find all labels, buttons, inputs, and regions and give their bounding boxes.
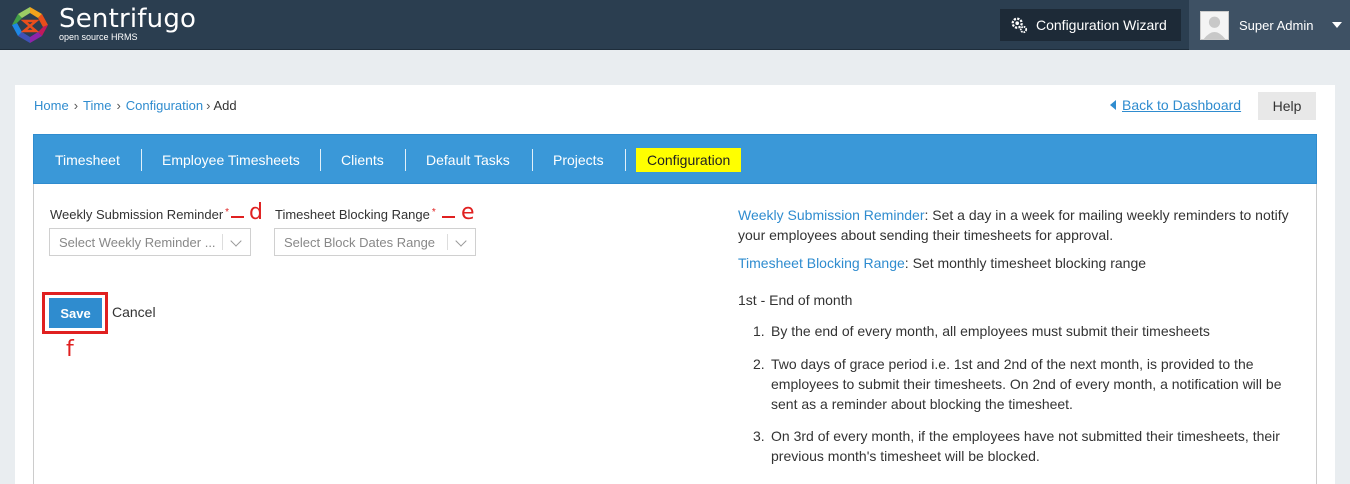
- caret-down-icon[interactable]: [1332, 22, 1342, 28]
- weekly-reminder-placeholder: Select Weekly Reminder ...: [59, 234, 216, 250]
- brand-name: Sentrifugo: [59, 4, 197, 34]
- rule-item: 1. By the end of every month, all employ…: [753, 321, 1301, 341]
- breadcrumb-separator: ›: [73, 98, 79, 113]
- blocking-range-select[interactable]: Select Block Dates Range: [274, 228, 476, 256]
- chevron-down-icon: [455, 235, 467, 247]
- configuration-wizard-button[interactable]: Configuration Wizard: [1000, 9, 1181, 41]
- tab-divider: [625, 149, 626, 171]
- tab-divider: [532, 149, 533, 171]
- blocking-range-help-desc: : Set monthly timesheet blocking range: [904, 255, 1147, 271]
- gear-icon: [1011, 17, 1028, 34]
- top-header: Sentrifugo open source HRMS Configuratio…: [0, 0, 1350, 50]
- required-marker: *: [225, 207, 230, 218]
- tab-configuration[interactable]: Configuration: [636, 135, 742, 184]
- tab-divider: [320, 149, 321, 171]
- blocking-range-label-text: Timesheet Blocking Range: [275, 207, 430, 222]
- sentrifugo-logo-icon[interactable]: [10, 5, 50, 45]
- blocking-range-subheading: 1st - End of month: [738, 292, 853, 308]
- annotation-f: f: [66, 337, 74, 362]
- back-to-dashboard-label: Back to Dashboard: [1122, 97, 1242, 113]
- breadcrumb: Home › Time › Configuration › Add: [34, 98, 237, 113]
- tab-projects[interactable]: Projects: [553, 135, 604, 184]
- tab-divider: [141, 149, 142, 171]
- rule-number: 3.: [753, 428, 765, 444]
- tab-label: Timesheet: [55, 151, 120, 168]
- select-divider: [222, 234, 223, 250]
- tab-label: Clients: [341, 151, 384, 168]
- blocking-range-help-term: Timesheet Blocking Range: [738, 255, 905, 271]
- rule-item: 3. On 3rd of every month, if the employe…: [753, 426, 1301, 466]
- help-button[interactable]: Help: [1258, 92, 1316, 120]
- required-marker: *: [431, 207, 436, 218]
- select-divider: [447, 234, 448, 250]
- weekly-reminder-label: Weekly Submission Reminder *: [50, 207, 229, 222]
- avatar: [1200, 10, 1229, 40]
- user-name: Super Admin: [1239, 17, 1314, 33]
- weekly-reminder-help-term: Weekly Submission Reminder: [738, 207, 925, 223]
- breadcrumb-time[interactable]: Time: [83, 98, 111, 113]
- breadcrumb-current: Add: [213, 98, 237, 113]
- blocking-range-help: Timesheet Blocking Range: Set monthly ti…: [738, 253, 1298, 273]
- rule-text: By the end of every month, all employees…: [771, 323, 1210, 339]
- weekly-reminder-label-text: Weekly Submission Reminder: [50, 207, 224, 222]
- rule-number: 1.: [753, 323, 765, 339]
- annotation-dash-d: [231, 216, 244, 218]
- breadcrumb-separator: ›: [116, 98, 121, 113]
- tab-divider: [405, 149, 406, 171]
- weekly-reminder-help: Weekly Submission Reminder: Set a day in…: [738, 205, 1298, 245]
- tab-default-tasks[interactable]: Default Tasks: [426, 135, 510, 184]
- tab-label: Default Tasks: [426, 151, 510, 168]
- tab-label: Employee Timesheets: [162, 151, 300, 168]
- breadcrumb-home[interactable]: Home: [34, 98, 69, 113]
- cancel-button[interactable]: Cancel: [112, 304, 156, 320]
- tab-label: Projects: [553, 151, 604, 168]
- tab-timesheet[interactable]: Timesheet: [55, 135, 120, 184]
- rule-item: 2. Two days of grace period i.e. 1st and…: [753, 354, 1301, 414]
- tab-clients[interactable]: Clients: [341, 135, 384, 184]
- triangle-left-icon: [1110, 100, 1116, 110]
- weekly-reminder-select[interactable]: Select Weekly Reminder ...: [49, 228, 251, 256]
- brand-tagline: open source HRMS: [59, 32, 138, 42]
- blocking-range-label: Timesheet Blocking Range *: [275, 207, 436, 222]
- blocking-range-placeholder: Select Block Dates Range: [284, 234, 436, 250]
- back-to-dashboard-link[interactable]: Back to Dashboard: [1110, 97, 1241, 113]
- rule-text: Two days of grace period i.e. 1st and 2n…: [771, 356, 1282, 412]
- chevron-down-icon: [230, 235, 242, 247]
- tab-bar: Timesheet Employee Timesheets Clients De…: [33, 134, 1317, 184]
- save-button[interactable]: Save: [49, 298, 102, 328]
- annotation-e: e: [461, 200, 475, 225]
- configuration-wizard-label: Configuration Wizard: [1036, 17, 1167, 33]
- annotation-dash-e: [442, 216, 455, 218]
- content-panel: Home › Time › Configuration › Add Back t…: [15, 85, 1335, 484]
- breadcrumb-separator: ›: [206, 98, 211, 113]
- tab-label: Configuration: [636, 147, 742, 172]
- tab-employee-timesheets[interactable]: Employee Timesheets: [162, 135, 300, 184]
- user-silhouette-icon: [1201, 11, 1228, 39]
- rule-text: On 3rd of every month, if the employees …: [771, 428, 1280, 464]
- rule-number: 2.: [753, 356, 765, 372]
- user-menu[interactable]: Super Admin: [1189, 0, 1350, 50]
- breadcrumb-configuration[interactable]: Configuration: [126, 98, 203, 113]
- annotation-d: d: [249, 200, 263, 225]
